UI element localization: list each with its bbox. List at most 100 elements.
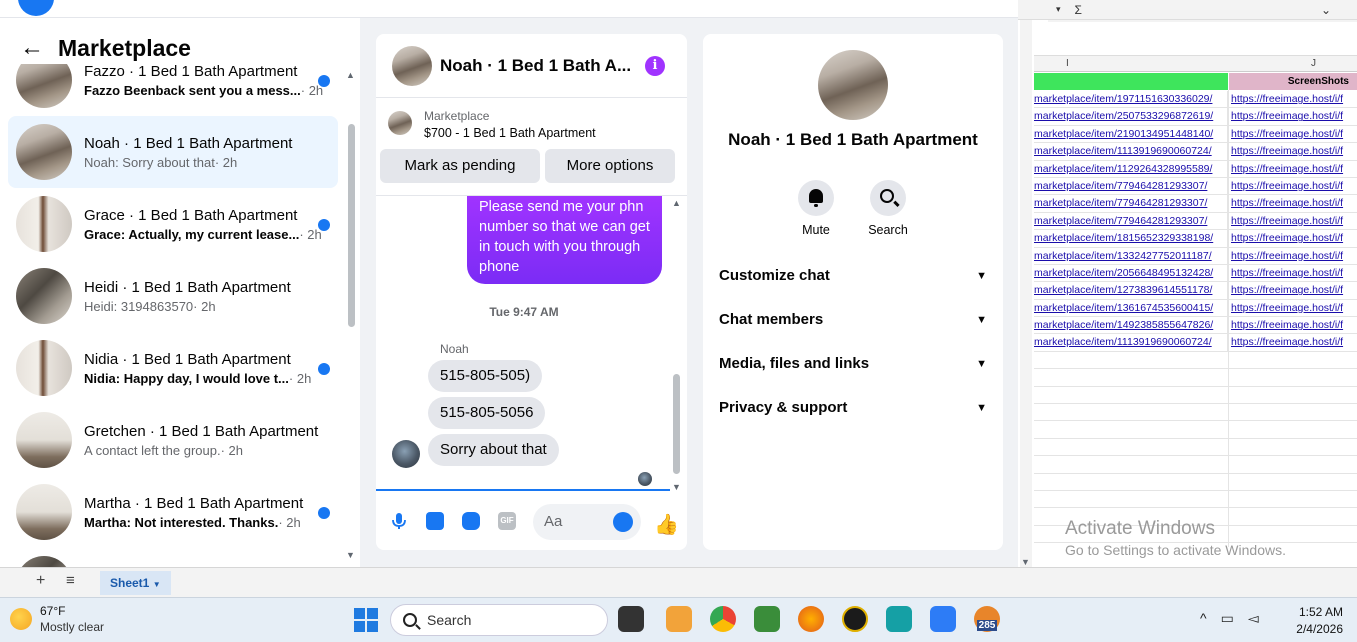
privacy-support-section[interactable]: Privacy & support ▼ (719, 388, 987, 428)
conversation-item[interactable]: Gretchen · 1 Bed 1 Bath Apartment A conta… (8, 404, 338, 476)
marketplace-link-cell[interactable]: marketplace/item/1815652329338198/ (1034, 230, 1228, 247)
sidebar-scrollbar[interactable]: ▲ ▼ (346, 70, 356, 560)
scroll-up-icon[interactable]: ▲ (672, 198, 681, 208)
screenshot-link-cell[interactable]: https://freeimage.host/i/f (1231, 195, 1357, 211)
marketplace-link-cell[interactable]: marketplace/item/1113919690060724/ (1034, 334, 1228, 351)
screenshot-link-cell[interactable]: https://freeimage.host/i/f (1231, 143, 1357, 159)
conversation-avatar[interactable] (16, 412, 72, 468)
back-arrow-icon[interactable]: ← (20, 34, 44, 62)
marketplace-link-cell[interactable]: marketplace/item/1361674535600415/ (1034, 299, 1228, 317)
like-icon[interactable]: 👍 (654, 512, 679, 537)
add-sheet-icon[interactable]: + (36, 572, 45, 590)
taskbar-search[interactable]: Search (390, 604, 608, 636)
gif-icon[interactable]: GIF (498, 512, 516, 530)
notification-badge-icon[interactable]: 285 (974, 606, 1000, 632)
network-icon[interactable]: ▭ (1221, 610, 1234, 627)
empty-row[interactable] (1034, 456, 1357, 474)
dropdown-icon[interactable]: ▾ (1056, 4, 1061, 15)
app-icon[interactable] (842, 606, 868, 632)
scroll-down-icon[interactable]: ▼ (346, 550, 355, 560)
marketplace-link-cell[interactable]: marketplace/item/1113919690060724/ (1034, 143, 1228, 160)
marketplace-link-cell[interactable]: marketplace/item/1273839614551178/ (1034, 282, 1228, 299)
marketplace-link-cell[interactable]: marketplace/item/2190134951448140/ (1034, 125, 1228, 143)
more-options-button[interactable]: More options (545, 149, 675, 183)
marketplace-link-cell[interactable]: marketplace/item/2507533296872619/ (1034, 108, 1228, 125)
empty-row[interactable] (1034, 421, 1357, 439)
window-scrollbar[interactable]: ▼ (1020, 20, 1032, 567)
incoming-message[interactable]: 515-805-505) (428, 360, 543, 392)
screenshot-link-cell[interactable]: https://freeimage.host/i/f (1231, 161, 1357, 177)
search-button[interactable]: Search (858, 180, 918, 237)
marketplace-link-cell[interactable]: marketplace/item/1129264328995589/ (1034, 160, 1228, 177)
empty-row[interactable] (1034, 491, 1357, 509)
conversation-item[interactable]: Noah · 1 Bed 1 Bath Apartment Noah: Sorry… (8, 116, 338, 188)
photo-icon[interactable] (426, 512, 444, 530)
header-cell-screenshots[interactable]: ScreenShots (1229, 73, 1357, 90)
listing-title[interactable]: $700 - 1 Bed 1 Bath Apartment (424, 126, 596, 140)
media-files-links-section[interactable]: Media, files and links ▼ (719, 344, 987, 384)
outgoing-message[interactable]: Please send me your phn number so that w… (467, 196, 662, 284)
scrollbar-thumb[interactable] (673, 374, 680, 474)
spreadsheet-app-icon[interactable] (754, 606, 780, 632)
incoming-message[interactable]: 515-805-5056 (428, 397, 546, 429)
chat-title[interactable]: Noah · 1 Bed 1 Bath A... (440, 56, 631, 76)
marketplace-link-cell[interactable]: marketplace/item/779464281293307/ (1034, 212, 1228, 230)
empty-row[interactable] (1034, 352, 1357, 370)
empty-row[interactable] (1034, 474, 1357, 491)
weather-widget[interactable]: 67°F Mostly clear (10, 604, 104, 634)
marketplace-link-cell[interactable]: marketplace/item/1332427752011187/ (1034, 247, 1228, 264)
sender-avatar[interactable] (392, 440, 420, 468)
screenshot-link-cell[interactable]: https://freeimage.host/i/f (1231, 282, 1357, 298)
conversation-avatar[interactable] (16, 484, 72, 540)
all-sheets-icon[interactable]: ≡ (66, 572, 75, 589)
scroll-down-icon[interactable]: ▼ (672, 482, 681, 492)
message-input[interactable]: Aa (533, 504, 641, 540)
facebook-logo-icon[interactable] (18, 0, 54, 16)
scroll-down-icon[interactable]: ▼ (1021, 557, 1030, 567)
conversation-item[interactable]: Nidia · 1 Bed 1 Bath Apartment Nidia: Hap… (8, 332, 338, 404)
empty-row[interactable] (1034, 369, 1357, 387)
snipping-tool-icon[interactable] (666, 606, 692, 632)
empty-row[interactable] (1034, 439, 1357, 457)
screenshot-link-cell[interactable]: https://freeimage.host/i/f (1231, 300, 1357, 316)
screenshot-link-cell[interactable]: https://freeimage.host/i/f (1231, 213, 1357, 229)
chevron-down-icon[interactable]: ⌄ (1321, 3, 1331, 17)
marketplace-link-cell[interactable]: marketplace/item/1971151630336029/ (1034, 91, 1228, 108)
screenshot-link-cell[interactable]: https://freeimage.host/i/f (1231, 248, 1357, 264)
details-avatar[interactable] (818, 50, 888, 120)
conversation-item[interactable]: Grace · 1 Bed 1 Bath Apartment Grace: Act… (8, 188, 338, 260)
sticker-icon[interactable] (462, 512, 480, 530)
screenshot-link-cell[interactable]: https://freeimage.host/i/f (1231, 230, 1357, 246)
conversation-item[interactable]: Martha · 1 Bed 1 Bath Apartment Martha: N… (8, 476, 338, 548)
screenshot-link-cell[interactable]: https://freeimage.host/i/f (1231, 265, 1357, 281)
scroll-up-icon[interactable]: ▲ (346, 70, 355, 80)
empty-row[interactable] (1034, 404, 1357, 422)
marketplace-link-cell[interactable]: marketplace/item/1492385855647826/ (1034, 317, 1228, 334)
conversation-avatar[interactable] (16, 196, 72, 252)
app-icon[interactable] (930, 606, 956, 632)
empty-row[interactable] (1034, 387, 1357, 405)
marketplace-link-cell[interactable]: marketplace/item/779464281293307/ (1034, 195, 1228, 212)
mute-button[interactable]: Mute (786, 180, 846, 237)
app-icon[interactable] (886, 606, 912, 632)
sigma-icon[interactable]: Σ (1075, 3, 1082, 17)
screenshot-link-cell[interactable]: https://freeimage.host/i/f (1231, 91, 1357, 107)
conversation-avatar[interactable] (16, 340, 72, 396)
screenshot-link-cell[interactable]: https://freeimage.host/i/f (1231, 126, 1357, 142)
column-i-header[interactable]: I (1066, 58, 1069, 69)
windows-start-icon[interactable] (354, 608, 378, 632)
listing-thumbnail[interactable] (388, 111, 412, 135)
firefox-icon[interactable] (798, 606, 824, 632)
conversation-item[interactable]: Todd · 1 Bed 1 Bath Apartment (8, 548, 338, 567)
screenshot-link-cell[interactable]: https://freeimage.host/i/f (1231, 108, 1357, 124)
info-icon[interactable]: i (645, 56, 665, 76)
speaker-icon[interactable]: ◅ (1248, 610, 1259, 627)
marketplace-link-cell[interactable]: marketplace/item/2056648495132428/ (1034, 264, 1228, 282)
clock[interactable]: 1:52 AM 2/4/2026 (1296, 604, 1343, 638)
thread-scrollbar[interactable]: ▲ ▼ (672, 196, 682, 492)
mark-as-pending-button[interactable]: Mark as pending (380, 149, 540, 183)
conversation-avatar[interactable] (16, 556, 72, 567)
chevron-up-icon[interactable]: ^ (1200, 610, 1207, 627)
conversation-avatar[interactable] (16, 124, 72, 180)
scrollbar-thumb[interactable] (348, 124, 355, 327)
